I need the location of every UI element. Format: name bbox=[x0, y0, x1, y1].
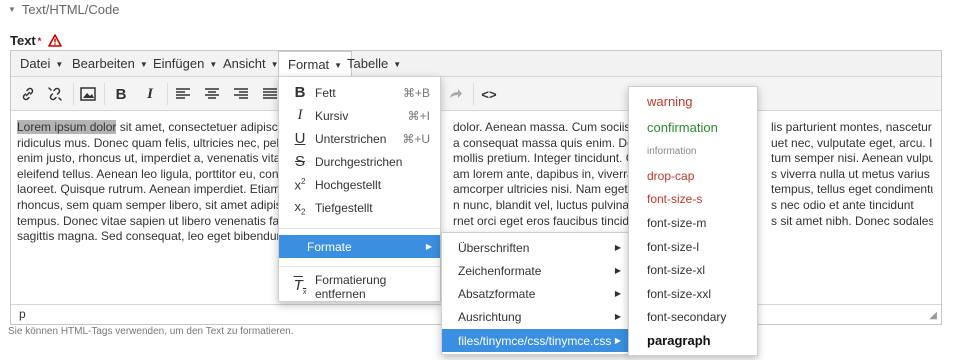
selected-text: Lorem ipsum dolor bbox=[17, 120, 117, 134]
redo-icon[interactable] bbox=[443, 81, 469, 107]
css-classes-submenu: warning confirmation information drop-ca… bbox=[628, 86, 758, 356]
content-middle-column: dolor. Aenean massa. Cum sociis natc a c… bbox=[453, 120, 635, 228]
style-drop-cap[interactable]: drop-cap bbox=[629, 164, 757, 187]
style-font-size-s[interactable]: font-size-s bbox=[629, 187, 757, 210]
chevron-right-icon: ▶ bbox=[614, 312, 621, 321]
warning-icon bbox=[48, 34, 63, 47]
image-icon[interactable] bbox=[75, 81, 101, 107]
collapse-triangle-icon[interactable]: ▼ bbox=[8, 5, 16, 14]
submenu-item-inline[interactable]: Zeichenformate ▶ bbox=[442, 259, 629, 282]
format-menu: B Fett ⌘+B I Kursiv ⌘+I U Unterstrichen … bbox=[278, 76, 441, 302]
strikethrough-icon: S bbox=[294, 153, 305, 170]
menu-item-clear-formatting[interactable]: Tx Formatierung entfernen bbox=[279, 273, 440, 301]
link-icon[interactable] bbox=[15, 81, 41, 107]
submenu-item-css-file[interactable]: files/tinymce/css/tinymce.css ▶ bbox=[442, 329, 629, 352]
editor-menubar: Datei ▼ Bearbeiten ▼ Einfügen ▼ Ansicht ▼ Fo… bbox=[11, 51, 941, 78]
menu-item-superscript[interactable]: x2 Hochgestellt bbox=[279, 173, 440, 196]
section-header[interactable]: ▼ Text/HTML/Code bbox=[8, 2, 119, 17]
resize-handle-icon[interactable]: ◢ bbox=[929, 310, 937, 321]
subscript-icon: x2 bbox=[294, 198, 306, 217]
align-left-icon[interactable] bbox=[170, 81, 196, 107]
field-label: Text * bbox=[10, 33, 63, 48]
menu-item-italic[interactable]: I Kursiv ⌘+I bbox=[279, 104, 440, 127]
element-path[interactable]: p bbox=[19, 307, 26, 321]
source-code-icon[interactable]: <> bbox=[476, 81, 502, 107]
style-font-size-m[interactable]: font-size-m bbox=[629, 211, 757, 234]
menu-item-bold[interactable]: B Fett ⌘+B bbox=[279, 81, 440, 104]
italic-icon[interactable]: I bbox=[137, 81, 163, 107]
underline-icon: U bbox=[294, 130, 306, 147]
content-left-column: Lorem ipsum dolor sit amet, consectetuer… bbox=[17, 120, 282, 244]
style-paragraph[interactable]: paragraph bbox=[629, 329, 757, 352]
formats-submenu: Überschriften ▶ Zeichenformate ▶ Absatzfor… bbox=[441, 232, 630, 355]
unlink-icon[interactable] bbox=[42, 81, 68, 107]
menu-item-strikethrough[interactable]: S Durchgestrichen bbox=[279, 150, 440, 173]
submenu-item-blocks[interactable]: Absatzformate ▶ bbox=[442, 282, 629, 305]
content-right-column: lis parturient montes, nascetur uet nec,… bbox=[771, 120, 933, 228]
chevron-down-icon: ▼ bbox=[393, 59, 402, 69]
editor-toolbar: B I <> bbox=[11, 77, 941, 111]
style-warning[interactable]: warning bbox=[629, 90, 757, 113]
submenu-item-headings[interactable]: Überschriften ▶ bbox=[442, 236, 629, 259]
chevron-right-icon: ▶ bbox=[614, 243, 621, 252]
required-mark: * bbox=[37, 35, 42, 46]
bold-icon: B bbox=[294, 84, 306, 101]
style-font-size-l[interactable]: font-size-l bbox=[629, 235, 757, 258]
section-title: Text/HTML/Code bbox=[21, 2, 120, 17]
superscript-icon: x2 bbox=[294, 176, 306, 193]
menu-item-formats[interactable]: Formate ▶ bbox=[279, 235, 440, 258]
field-label-text: Text bbox=[10, 33, 36, 48]
italic-icon: I bbox=[297, 107, 303, 123]
align-right-icon[interactable] bbox=[228, 81, 254, 107]
chevron-right-icon: ▶ bbox=[614, 266, 621, 275]
align-center-icon[interactable] bbox=[199, 81, 225, 107]
menu-item-subscript[interactable]: x2 Tiefgestellt bbox=[279, 196, 440, 219]
menu-tabelle[interactable]: Tabelle ▼ bbox=[338, 51, 410, 77]
menu-ansicht[interactable]: Ansicht ▼ bbox=[214, 51, 288, 77]
chevron-right-icon: ▶ bbox=[425, 242, 432, 251]
clear-formatting-icon: Tx bbox=[293, 277, 307, 296]
bold-icon[interactable]: B bbox=[108, 81, 134, 107]
style-font-size-xl[interactable]: font-size-xl bbox=[629, 258, 757, 281]
style-font-size-xxl[interactable]: font-size-xxl bbox=[629, 282, 757, 305]
chevron-right-icon: ▶ bbox=[614, 289, 621, 298]
menu-item-underline[interactable]: U Unterstrichen ⌘+U bbox=[279, 127, 440, 150]
style-confirmation[interactable]: confirmation bbox=[629, 116, 757, 139]
help-text: Sie können HTML-Tags verwenden, um den T… bbox=[8, 326, 294, 337]
chevron-right-icon: ▶ bbox=[614, 336, 621, 345]
style-font-secondary[interactable]: font-secondary bbox=[629, 305, 757, 328]
style-information[interactable]: information bbox=[629, 140, 757, 163]
menu-bearbeiten[interactable]: Bearbeiten ▼ bbox=[63, 51, 157, 77]
submenu-item-alignment[interactable]: Ausrichtung ▶ bbox=[442, 305, 629, 328]
